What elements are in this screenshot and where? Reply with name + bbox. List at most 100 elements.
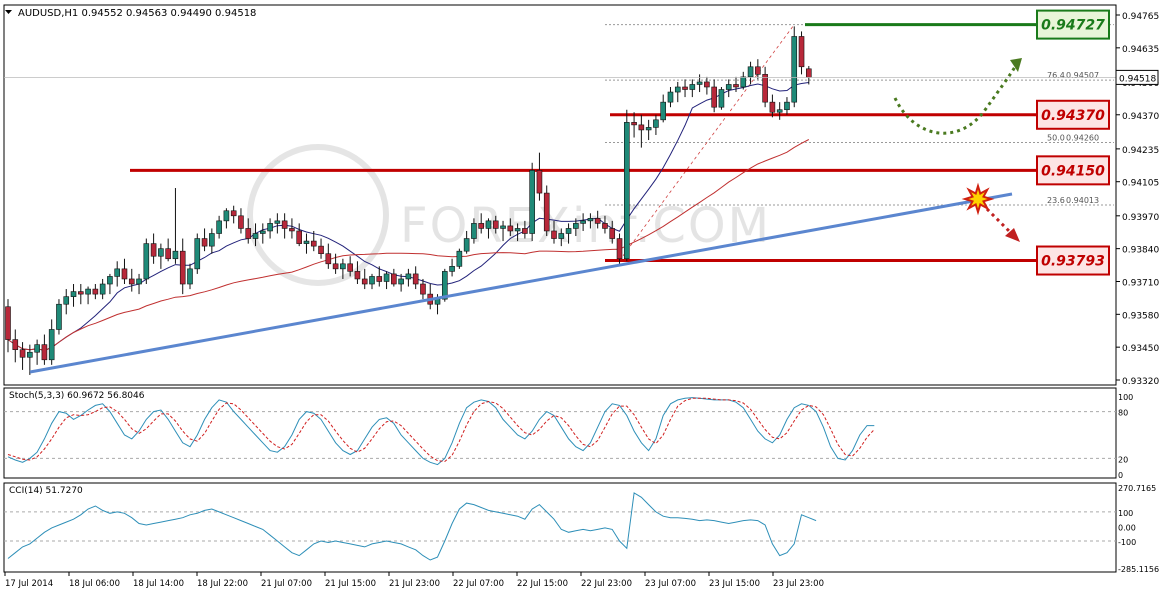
price-tick-label: 0.93580 xyxy=(1122,311,1159,321)
candle-body xyxy=(420,283,426,295)
candle-body xyxy=(172,250,179,260)
candle-body xyxy=(238,215,244,229)
candle-body xyxy=(310,240,317,247)
candle-body xyxy=(500,225,506,229)
candle-body xyxy=(340,263,346,270)
candle-body xyxy=(12,339,19,350)
time-tick-label: 18 Jul 06:00 xyxy=(69,579,120,589)
time-tick-label: 21 Jul 23:00 xyxy=(389,579,440,589)
candle-body xyxy=(609,228,616,239)
candle-body xyxy=(660,101,667,121)
candle-body xyxy=(92,288,99,295)
candle-body xyxy=(711,86,717,108)
level-label-box: 0.94150 xyxy=(1036,155,1110,186)
fib-pct-label: 50.0 xyxy=(1047,134,1065,143)
candle-body xyxy=(369,276,375,285)
candle-body xyxy=(536,170,543,194)
candle-body xyxy=(259,230,266,234)
candle-body xyxy=(616,238,623,260)
time-tick-label: 23 Jul 15:00 xyxy=(709,579,760,589)
time-tick-label: 22 Jul 07:00 xyxy=(453,579,504,589)
candle xyxy=(56,299,62,335)
price-tick-label: 0.94635 xyxy=(1122,45,1159,55)
candle-body xyxy=(471,223,477,239)
candle-body xyxy=(551,230,557,239)
candle-body xyxy=(769,101,776,113)
stoch-tick-label: 0 xyxy=(1118,471,1123,480)
time-tick-label: 21 Jul 07:00 xyxy=(261,579,312,589)
candle-body xyxy=(99,283,106,295)
price-tick-label: 0.93970 xyxy=(1122,213,1159,223)
candle-body xyxy=(201,238,208,247)
forex-chart: FOREXinf.COM 76.4 0.9450750.0 0.9426023.6 0… xyxy=(3,4,1159,589)
candle-body xyxy=(543,192,550,232)
candle-body xyxy=(514,228,521,232)
candle-body xyxy=(63,296,70,305)
current-price-label: 0.94518 xyxy=(1119,74,1156,84)
candle-body xyxy=(762,74,768,103)
candle-body xyxy=(529,170,535,234)
candle-body xyxy=(522,228,528,234)
time-tick-label: 17 Jul 2014 xyxy=(5,579,53,589)
cci-tick-label: 0.00 xyxy=(1118,523,1136,532)
candle-body xyxy=(70,291,77,297)
candle-body xyxy=(580,220,586,224)
cci-tick-label: 270.7165 xyxy=(1118,484,1156,493)
candle-body xyxy=(281,220,288,229)
candle-body xyxy=(121,268,128,280)
candle-body xyxy=(682,86,688,90)
candle-body xyxy=(187,268,193,285)
candle xyxy=(718,86,725,110)
candle-body xyxy=(791,36,798,103)
candle-body xyxy=(165,248,171,260)
candle-body xyxy=(209,233,215,247)
candle-body xyxy=(602,223,608,229)
stoch-panel-frame xyxy=(3,387,1117,479)
candle-body xyxy=(631,122,637,126)
candle-body xyxy=(194,238,201,270)
candle-body xyxy=(674,86,681,93)
candle-body xyxy=(587,218,594,222)
candle-body xyxy=(48,329,55,361)
stoch-tick-label: 20 xyxy=(1118,455,1128,464)
fib-pct-label: 23.6 xyxy=(1047,196,1065,205)
candle-body xyxy=(158,248,164,257)
level-label: 0.93793 xyxy=(1041,254,1105,270)
candle-body xyxy=(805,68,812,78)
candle-body xyxy=(718,89,725,108)
cci-tick-label: -285.1156 xyxy=(1118,565,1159,574)
candle-body xyxy=(565,228,572,234)
candle-body xyxy=(267,223,273,232)
candle-body xyxy=(223,210,230,222)
candle-body xyxy=(354,271,361,280)
fib-price-label: 0.94260 xyxy=(1066,134,1099,143)
price-tick-label: 0.93710 xyxy=(1122,278,1159,288)
candle-body xyxy=(653,119,659,128)
time-tick-label: 22 Jul 15:00 xyxy=(517,579,568,589)
level-label-box: 0.94727 xyxy=(1036,9,1110,40)
price-tick-label: 0.94370 xyxy=(1122,112,1159,122)
candle-body xyxy=(289,228,295,232)
price-tick-label: 0.94765 xyxy=(1122,12,1159,22)
cci-header: CCI(14) 51.7270 xyxy=(9,486,83,496)
candle-body xyxy=(230,210,237,217)
candle-body xyxy=(383,273,390,282)
candle-body xyxy=(318,245,324,255)
candle-body xyxy=(638,124,645,131)
candle-body xyxy=(332,263,339,270)
price-tick-label: 0.94105 xyxy=(1122,179,1159,189)
cci-tick-label: 100 xyxy=(1118,509,1133,518)
candle-body xyxy=(755,66,761,75)
time-tick-label: 23 Jul 07:00 xyxy=(645,579,696,589)
fib-price-label: 0.94507 xyxy=(1066,71,1099,80)
candle-body xyxy=(704,81,710,88)
candle-body xyxy=(689,84,696,90)
candle-body xyxy=(573,223,579,229)
stoch-tick-label: 100 xyxy=(1118,393,1133,402)
candle-body xyxy=(492,220,499,229)
time-tick-label: 21 Jul 15:00 xyxy=(325,579,376,589)
candle-body xyxy=(725,84,732,90)
symbol-header: AUDUSD,H1 0.94552 0.94563 0.94490 0.9451… xyxy=(18,8,256,19)
candle-body xyxy=(798,36,805,68)
candle-body xyxy=(412,273,419,285)
